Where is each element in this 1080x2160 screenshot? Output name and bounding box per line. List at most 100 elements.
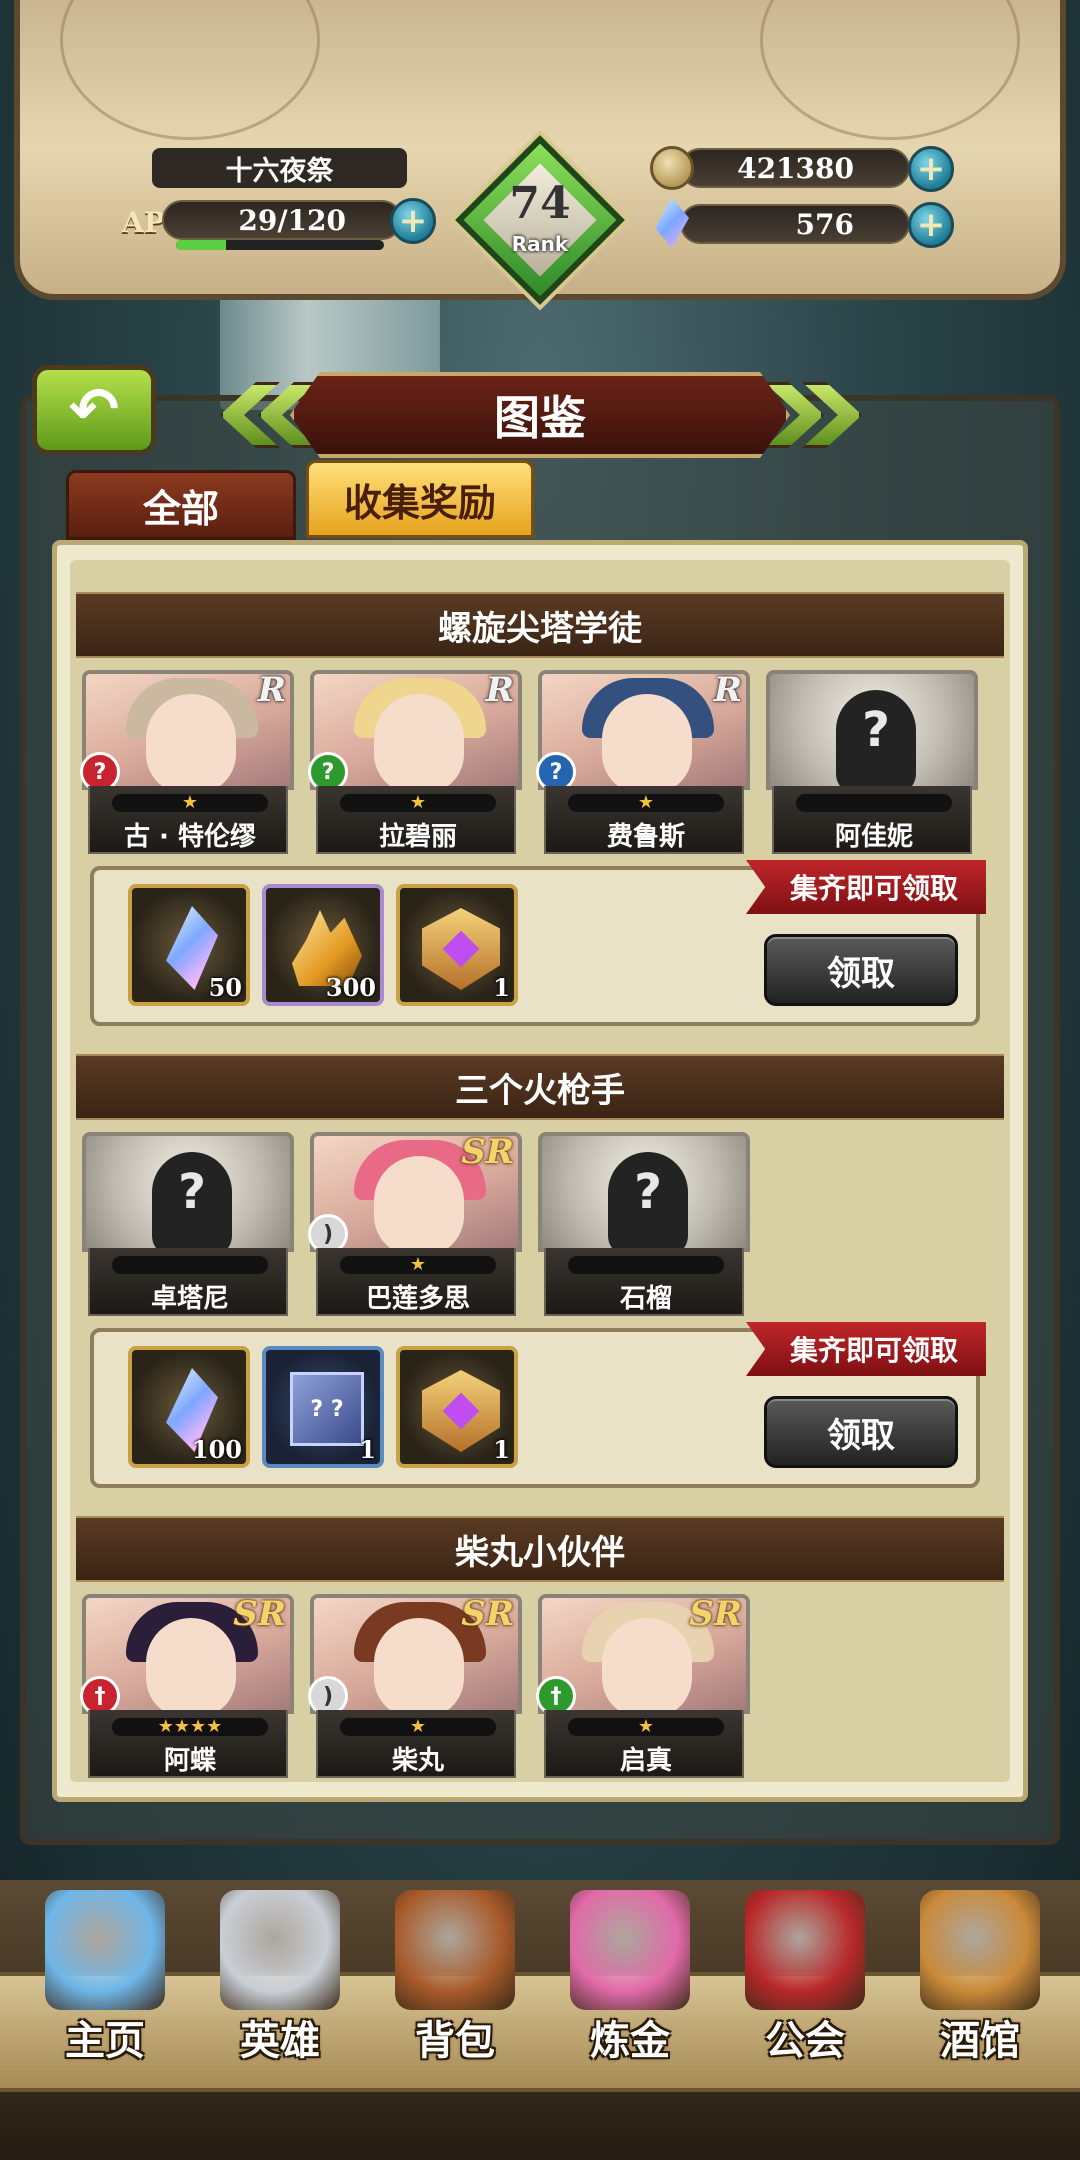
reward-item[interactable]: 100 [128,1346,250,1468]
nav-guild[interactable]: 公会 [720,1880,890,2100]
hero-face [602,694,692,786]
rarity-badge: SR [461,1594,514,1634]
hud-ornament [760,0,1020,140]
nav-tavern[interactable]: 酒馆 [895,1880,1065,2100]
collection-list[interactable]: 螺旋尖塔学徒 R ? ★ 古 · 特伦缪 R ? ★ 拉碧丽 R ? ★ 费鲁斯… [70,560,1010,1782]
hero-name: 启真 [619,1746,672,1776]
rarity-badge: SR [689,1594,742,1634]
crystal-counter: 576 [680,204,910,244]
hero-face [146,694,236,786]
claim-button[interactable]: 领取 [764,1396,958,1468]
tab-all[interactable]: 全部 [66,470,296,540]
reward-item[interactable]: 50 [128,884,250,1006]
hero-card[interactable]: SR † ★★★★ 阿蝶 [80,1594,294,1778]
hero-card[interactable]: SR ) ★ 柴丸 [308,1594,522,1778]
hero-card[interactable]: R ? ★ 费鲁斯 [536,670,750,854]
reward-item[interactable]: ? ? 1 [262,1346,384,1468]
nav-label: 公会 [765,2018,845,2064]
nav-label: 英雄 [240,2018,320,2064]
tab-collection-rewards[interactable]: 收集奖励 [306,460,534,538]
hero-name: 阿蝶 [163,1746,216,1776]
star-rating [568,1256,724,1274]
group-header: 三个火枪手 [76,1054,1004,1120]
hero-card[interactable]: R ? ★ 拉碧丽 [308,670,522,854]
hero-plate: ★ 巴莲多思 [316,1248,516,1316]
hero-plate: ★ 启真 [544,1710,744,1778]
hero-name: 拉碧丽 [378,822,457,852]
rarity-badge: SR [233,1594,286,1634]
add-gold-button[interactable]: + [908,146,954,192]
hero-card[interactable]: SR † ★ 启真 [536,1594,750,1778]
reward-item[interactable]: 300 [262,884,384,1006]
hero-plate: 阿佳妮 [772,786,972,854]
nav-backpack[interactable]: 背包 [370,1880,540,2100]
page-title: 图鉴 [290,372,790,458]
collect-ribbon: 集齐即可领取 [746,860,986,914]
nav-home[interactable]: 主页 [20,1880,190,2100]
hero-face [602,1618,692,1710]
gold-counter: 421380 [680,148,910,188]
ap-progress-fill [176,240,226,250]
gold-coin-icon [650,146,694,190]
back-button[interactable]: ↶ [32,365,156,455]
gold-value: 421380 [737,151,854,185]
add-ap-button[interactable]: + [390,198,436,244]
star-rating: ★ [340,1718,496,1736]
hero-portrait-locked: ? [538,1132,750,1252]
hero-face [146,1618,236,1710]
star-rating [796,794,952,812]
rank-badge: 74 Rank [455,135,625,305]
nav-alchemy[interactable]: 炼金 [545,1880,715,2100]
hero-name: 石榴 [619,1284,672,1314]
hero-name: 阿佳妮 [834,822,913,852]
add-crystal-button[interactable]: + [908,202,954,248]
reward-count: 1 [493,973,510,1002]
group-header: 螺旋尖塔学徒 [76,592,1004,658]
hero-card-locked[interactable]: ? 卓塔尼 [82,1132,294,1316]
crystal-value: 576 [795,207,854,241]
bottom-nav: 主页 英雄 背包 炼金 公会 酒馆 [0,1880,1080,2160]
hero-name: 费鲁斯 [606,822,685,852]
hero-plate: ★ 柴丸 [316,1710,516,1778]
reward-box: 100 ? ? 1 1 集齐即可领取 领取 [90,1322,986,1488]
rank-number: 74 [509,178,571,229]
hero-helmet-icon [220,1890,340,2010]
potion-flask-icon [570,1890,690,2010]
hero-plate: ★ 古 · 特伦缪 [88,786,288,854]
unknown-mark: ? [634,1164,662,1220]
rarity-badge: SR [461,1132,514,1172]
unknown-mark: ? [862,702,890,758]
hero-plate: ★ 费鲁斯 [544,786,744,854]
star-rating: ★ [568,1718,724,1736]
guild-shield-icon [745,1890,865,2010]
star-rating: ★ [568,794,724,812]
hero-card[interactable]: R ? ★ 古 · 特伦缪 [80,670,294,854]
nav-heroes[interactable]: 英雄 [195,1880,365,2100]
reward-item[interactable]: 1 [396,884,518,1006]
group-header: 柴丸小伙伴 [76,1516,1004,1582]
collect-ribbon: 集齐即可领取 [746,1322,986,1376]
nav-label: 主页 [65,2018,145,2064]
reward-item[interactable]: 1 [396,1346,518,1468]
hero-card-locked[interactable]: ? 阿佳妮 [766,670,978,854]
star-rating: ★ [112,794,268,812]
reward-count: 1 [493,1435,510,1464]
reward-count: 1 [359,1435,376,1464]
ap-counter: 29/120 [162,200,402,240]
hero-face [374,1156,464,1248]
hero-plate: ★ 拉碧丽 [316,786,516,854]
rarity-badge: R [257,670,286,710]
hero-card[interactable]: SR ) ★ 巴莲多思 [308,1132,522,1316]
nav-label: 酒馆 [940,2018,1020,2064]
star-rating: ★ [340,1256,496,1274]
reward-count: 300 [325,973,376,1002]
claim-button[interactable]: 领取 [764,934,958,1006]
star-rating [112,1256,268,1274]
hero-portrait-locked: ? [82,1132,294,1252]
hero-card-locked[interactable]: ? 石榴 [538,1132,750,1316]
nav-label: 背包 [415,2018,495,2064]
backpack-icon [395,1890,515,2010]
ap-progress-bar [176,240,384,250]
hero-portrait-locked: ? [766,670,978,790]
nav-label: 炼金 [590,2018,670,2064]
